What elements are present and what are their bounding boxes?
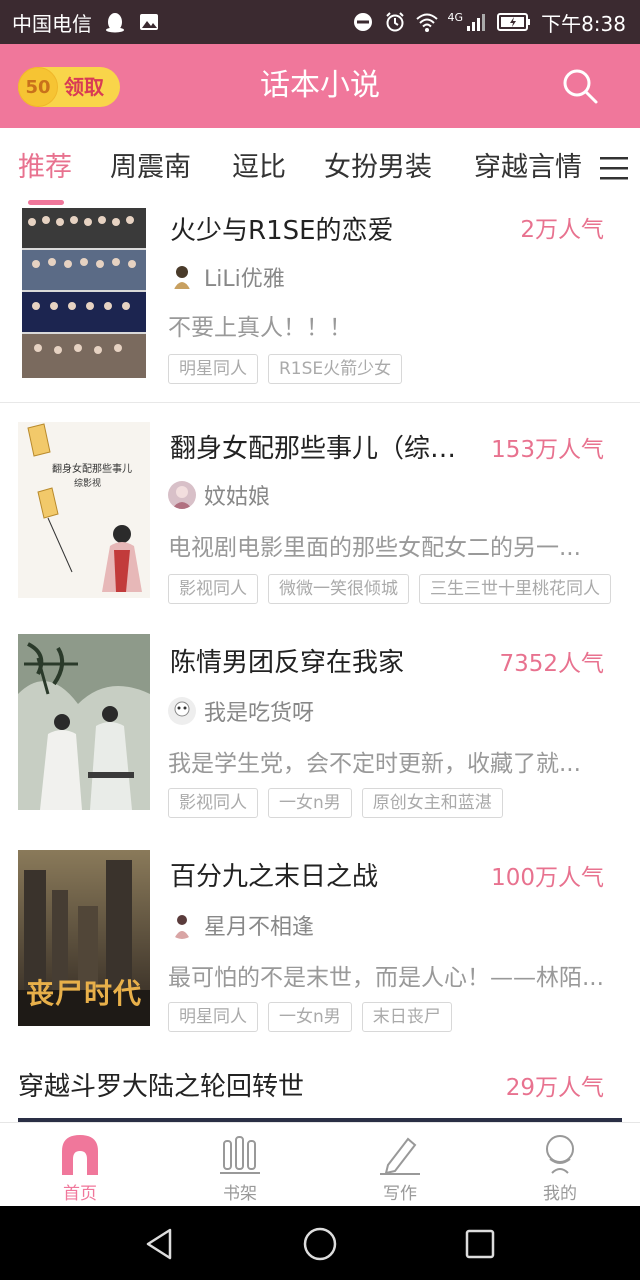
- bookshelf-icon: [220, 1136, 260, 1174]
- carrier-label: 中国电信: [12, 11, 92, 36]
- story-author[interactable]: 我是吃货呀: [168, 696, 314, 726]
- story-cover[interactable]: [22, 208, 146, 378]
- story-cover[interactable]: 丧尸时代: [18, 850, 150, 1026]
- story-card[interactable]: 丧尸时代 百分九之末日之战 100万人气 星月不相逢 最可怕的不是末世，而是人心…: [0, 830, 640, 1045]
- tab-time-travel-romance[interactable]: 穿越言情: [474, 128, 582, 206]
- story-tags: 影视同人 一女n男 原创女主和蓝湛: [168, 788, 503, 818]
- tab-funny[interactable]: 逗比: [232, 128, 286, 206]
- recent-apps-icon[interactable]: [462, 1226, 498, 1262]
- story-description: 电视剧电影里面的那些女配女二的另一...: [168, 535, 581, 561]
- story-description: 最可怕的不是末世，而是人心！——林陌...: [168, 965, 604, 991]
- clock-label: 下午8:38: [541, 11, 626, 36]
- story-tag[interactable]: 一女n男: [268, 788, 352, 818]
- author-avatar: [168, 263, 196, 291]
- story-tag[interactable]: R1SE火箭少女: [268, 354, 403, 384]
- author-avatar: [168, 697, 196, 725]
- home-icon: [62, 1135, 98, 1175]
- story-feed[interactable]: 火少与R1SE的恋爱 2万人气 LiLi优雅 不要上真人！！！ 明星同人 R1S…: [0, 208, 640, 1122]
- story-author[interactable]: 妏姑娘: [168, 480, 270, 510]
- author-name: 妏姑娘: [204, 485, 271, 510]
- nav-bookshelf[interactable]: 书架: [160, 1123, 320, 1207]
- alarm-icon: [385, 12, 404, 32]
- status-bar: 中国电信 4G 下午8:38: [0, 0, 640, 44]
- story-author[interactable]: LiLi优雅: [168, 262, 285, 292]
- nav-write[interactable]: 写作: [320, 1123, 480, 1207]
- story-popularity: 29万人气: [505, 1075, 604, 1101]
- story-card[interactable]: 火少与R1SE的恋爱 2万人气 LiLi优雅 不要上真人！！！ 明星同人 R1S…: [0, 208, 640, 403]
- author-avatar: [168, 911, 196, 939]
- tab-recommended[interactable]: 推荐: [18, 128, 72, 206]
- story-title: 陈情男团反穿在我家: [170, 648, 405, 678]
- story-tag[interactable]: 微微一笑很倾城: [268, 574, 409, 604]
- app-header: 50 领取 话本小说: [0, 44, 640, 128]
- story-card[interactable]: 穿越斗罗大陆之轮回转世 29万人气: [0, 1044, 640, 1122]
- cover-subtitle: 综影视: [74, 479, 102, 489]
- cover-title: 丧尸时代: [26, 977, 143, 1010]
- author-avatar: [168, 481, 196, 509]
- cover-title: 翻身女配那些事儿: [52, 464, 132, 475]
- story-description: 不要上真人！！！: [168, 315, 352, 341]
- nav-home[interactable]: 首页: [0, 1123, 160, 1207]
- battery-icon: [497, 13, 531, 31]
- story-tag[interactable]: 末日丧尸: [361, 1002, 452, 1032]
- home-circle-icon[interactable]: [302, 1226, 338, 1262]
- system-navigation-bar: [0, 1206, 640, 1280]
- story-popularity: 153万人气: [491, 437, 604, 463]
- story-tag[interactable]: 明星同人: [168, 354, 258, 384]
- network-type-label: 4G: [447, 10, 464, 24]
- app-title: 话本小说: [260, 68, 380, 103]
- story-card[interactable]: 陈情男团反穿在我家 7352人气 我是吃货呀 我是学生党，会不定时更新，收藏了就…: [0, 616, 640, 831]
- story-tag[interactable]: 三生三世十里桃花同人: [419, 574, 611, 604]
- story-author[interactable]: 星月不相逢: [168, 910, 314, 940]
- story-tag[interactable]: 影视同人: [168, 788, 258, 818]
- active-tab-indicator: [28, 200, 64, 205]
- profile-icon: [546, 1135, 574, 1174]
- story-tag[interactable]: 一女n男: [268, 1002, 352, 1032]
- author-name: 星月不相逢: [204, 915, 315, 940]
- qq-penguin-icon: [106, 13, 124, 33]
- story-popularity: 2万人气: [520, 217, 604, 243]
- gallery-icon: [140, 14, 158, 30]
- nav-profile-label: 我的: [543, 1184, 577, 1204]
- tab-crossdressing[interactable]: 女扮男装: [324, 128, 432, 206]
- story-popularity: 7352人气: [499, 651, 604, 677]
- category-tabs: 推荐 周震南 逗比 女扮男装 穿越言情: [0, 128, 640, 209]
- menu-icon[interactable]: [598, 152, 630, 184]
- signal-icon: [467, 14, 486, 31]
- search-icon[interactable]: [560, 66, 600, 106]
- story-tags: 明星同人 R1SE火箭少女: [168, 354, 403, 384]
- do-not-disturb-icon: [353, 13, 372, 31]
- pencil-icon: [380, 1137, 420, 1175]
- story-cover[interactable]: [18, 634, 150, 810]
- nav-write-label: 写作: [383, 1184, 417, 1204]
- wifi-icon: [415, 13, 438, 32]
- story-tag[interactable]: 原创女主和蓝湛: [361, 788, 503, 818]
- story-title: 翻身女配那些事儿（综影...: [170, 434, 480, 464]
- story-title: 穿越斗罗大陆之轮回转世: [18, 1072, 305, 1102]
- author-name: LiLi优雅: [204, 267, 285, 292]
- bottom-navigation: 首页 书架 写作 我的: [0, 1122, 640, 1207]
- story-tags: 明星同人 一女n男 末日丧尸: [168, 1002, 452, 1032]
- nav-home-label: 首页: [63, 1184, 97, 1204]
- nav-profile[interactable]: 我的: [480, 1123, 640, 1207]
- story-card[interactable]: 翻身女配那些事儿 综影视 翻身女配那些事儿（综影... 153万人气 妏姑娘 电…: [0, 404, 640, 617]
- tab-zhou-zhennan[interactable]: 周震南: [110, 128, 191, 206]
- story-title: 百分九之末日之战: [170, 862, 379, 892]
- story-tags: 影视同人 微微一笑很倾城 三生三世十里桃花同人: [168, 574, 611, 604]
- story-tag[interactable]: 影视同人: [168, 574, 258, 604]
- author-name: 我是吃货呀: [204, 701, 315, 726]
- nav-bookshelf-label: 书架: [223, 1184, 257, 1204]
- story-title: 火少与R1SE的恋爱: [170, 216, 394, 246]
- story-tag[interactable]: 明星同人: [168, 1002, 258, 1032]
- story-cover[interactable]: 翻身女配那些事儿 综影视: [18, 422, 150, 598]
- back-icon[interactable]: [142, 1226, 178, 1262]
- story-description: 我是学生党，会不定时更新，收藏了就...: [168, 751, 581, 777]
- story-popularity: 100万人气: [491, 865, 604, 891]
